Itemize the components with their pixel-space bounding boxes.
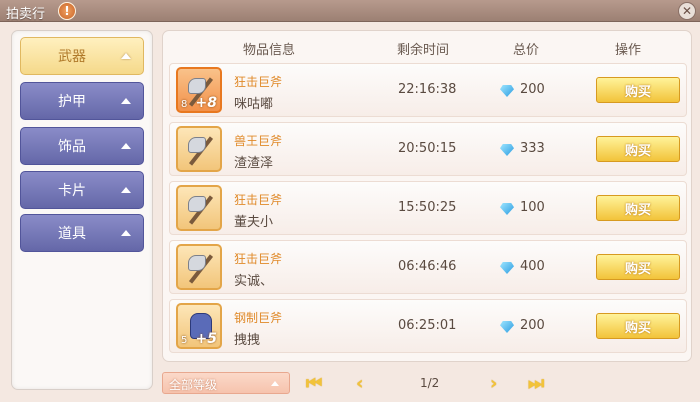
header-price: 总价 xyxy=(513,43,540,58)
price: 333 xyxy=(520,141,545,156)
table-row: 兽王巨斧 渣渣泽 20:50:15 333 购买 xyxy=(169,122,687,176)
buy-button[interactable]: 购买 xyxy=(596,136,680,162)
chevron-up-icon xyxy=(121,143,131,149)
diamond-icon xyxy=(500,262,514,274)
category-label: 卡片 xyxy=(58,183,86,199)
chevron-up-icon xyxy=(121,53,131,59)
buy-button[interactable]: 购买 xyxy=(596,195,680,221)
category-sidebar: 武器 护甲 饰品 卡片 道具 xyxy=(11,30,153,390)
diamond-icon xyxy=(500,144,514,156)
level-filter-dropdown[interactable]: 全部等级 xyxy=(162,372,290,394)
chevron-up-icon xyxy=(121,230,131,236)
buy-button[interactable]: 购买 xyxy=(596,254,680,280)
buy-button[interactable]: 购买 xyxy=(596,313,680,339)
last-page-icon[interactable]: ⏭ xyxy=(528,372,544,394)
price: 200 xyxy=(520,82,545,97)
category-label: 武器 xyxy=(58,49,86,65)
header-time: 剩余时间 xyxy=(397,43,450,58)
remaining-time: 20:50:15 xyxy=(398,141,457,156)
refine-level: 8 xyxy=(181,99,188,110)
page-indicator: 1/2 xyxy=(420,376,440,390)
pagination-bar: 全部等级 ⏮ ‹ 1/2 › ⏭ xyxy=(162,370,692,398)
item-name: 狂击巨斧 xyxy=(234,75,283,89)
chevron-up-icon xyxy=(121,98,131,104)
category-armor[interactable]: 护甲 xyxy=(20,82,144,120)
window-title: 拍卖行 xyxy=(6,7,46,22)
category-accessories[interactable]: 饰品 xyxy=(20,127,144,165)
next-page-icon[interactable]: › xyxy=(490,372,497,394)
axe-icon[interactable] xyxy=(176,126,222,172)
chevron-up-icon xyxy=(271,381,279,386)
item-name: 狂击巨斧 xyxy=(234,193,283,207)
listing-panel: 物品信息 剩余时间 总价 操作 8 +8 狂击巨斧 咪咕嘟 22:16:38 2… xyxy=(162,30,692,362)
chevron-up-icon xyxy=(121,187,131,193)
plus-level: +5 xyxy=(195,331,217,347)
plus-level: +8 xyxy=(195,95,217,111)
first-page-icon[interactable]: ⏮ xyxy=(306,372,322,394)
table-row: 5 +5 钢制巨斧 拽拽 06:25:01 200 购买 xyxy=(169,299,687,353)
table-row: 狂击巨斧 实诚、 06:46:46 400 购买 xyxy=(169,240,687,294)
close-icon[interactable]: ✕ xyxy=(678,2,696,20)
diamond-icon xyxy=(500,321,514,333)
price: 200 xyxy=(520,318,545,333)
seller-name: 董夫小 xyxy=(234,215,274,230)
price: 400 xyxy=(520,259,545,274)
category-items[interactable]: 道具 xyxy=(20,214,144,252)
seller-name: 拽拽 xyxy=(234,333,261,348)
title-bar: 拍卖行 ! ✕ xyxy=(0,0,700,22)
remaining-time: 06:46:46 xyxy=(398,259,457,274)
diamond-icon xyxy=(500,85,514,97)
prev-page-icon[interactable]: ‹ xyxy=(356,372,363,394)
remaining-time: 06:25:01 xyxy=(398,318,457,333)
category-cards[interactable]: 卡片 xyxy=(20,171,144,209)
table-row: 狂击巨斧 董夫小 15:50:25 100 购买 xyxy=(169,181,687,235)
category-label: 护甲 xyxy=(58,94,86,110)
header-action: 操作 xyxy=(615,43,642,58)
axe-icon[interactable]: 8 +8 xyxy=(176,67,222,113)
seller-name: 渣渣泽 xyxy=(234,156,274,171)
remaining-time: 22:16:38 xyxy=(398,82,457,97)
category-label: 饰品 xyxy=(58,139,86,155)
category-weapons[interactable]: 武器 xyxy=(20,37,144,75)
diamond-icon xyxy=(500,203,514,215)
item-name: 钢制巨斧 xyxy=(234,311,283,325)
table-row: 8 +8 狂击巨斧 咪咕嘟 22:16:38 200 购买 xyxy=(169,63,687,117)
item-name: 兽王巨斧 xyxy=(234,134,283,148)
category-label: 道具 xyxy=(58,226,86,242)
refine-level: 5 xyxy=(181,335,188,346)
header-item: 物品信息 xyxy=(243,43,296,58)
axe-icon[interactable] xyxy=(176,244,222,290)
axe-icon[interactable] xyxy=(176,185,222,231)
seller-name: 实诚、 xyxy=(234,274,274,289)
seller-name: 咪咕嘟 xyxy=(234,97,274,112)
help-icon[interactable]: ! xyxy=(58,2,76,20)
level-filter-label: 全部等级 xyxy=(169,378,218,392)
price: 100 xyxy=(520,200,545,215)
item-name: 狂击巨斧 xyxy=(234,252,283,266)
armor-icon[interactable]: 5 +5 xyxy=(176,303,222,349)
table-header: 物品信息 剩余时间 总价 操作 xyxy=(163,31,693,61)
buy-button[interactable]: 购买 xyxy=(596,77,680,103)
remaining-time: 15:50:25 xyxy=(398,200,457,215)
